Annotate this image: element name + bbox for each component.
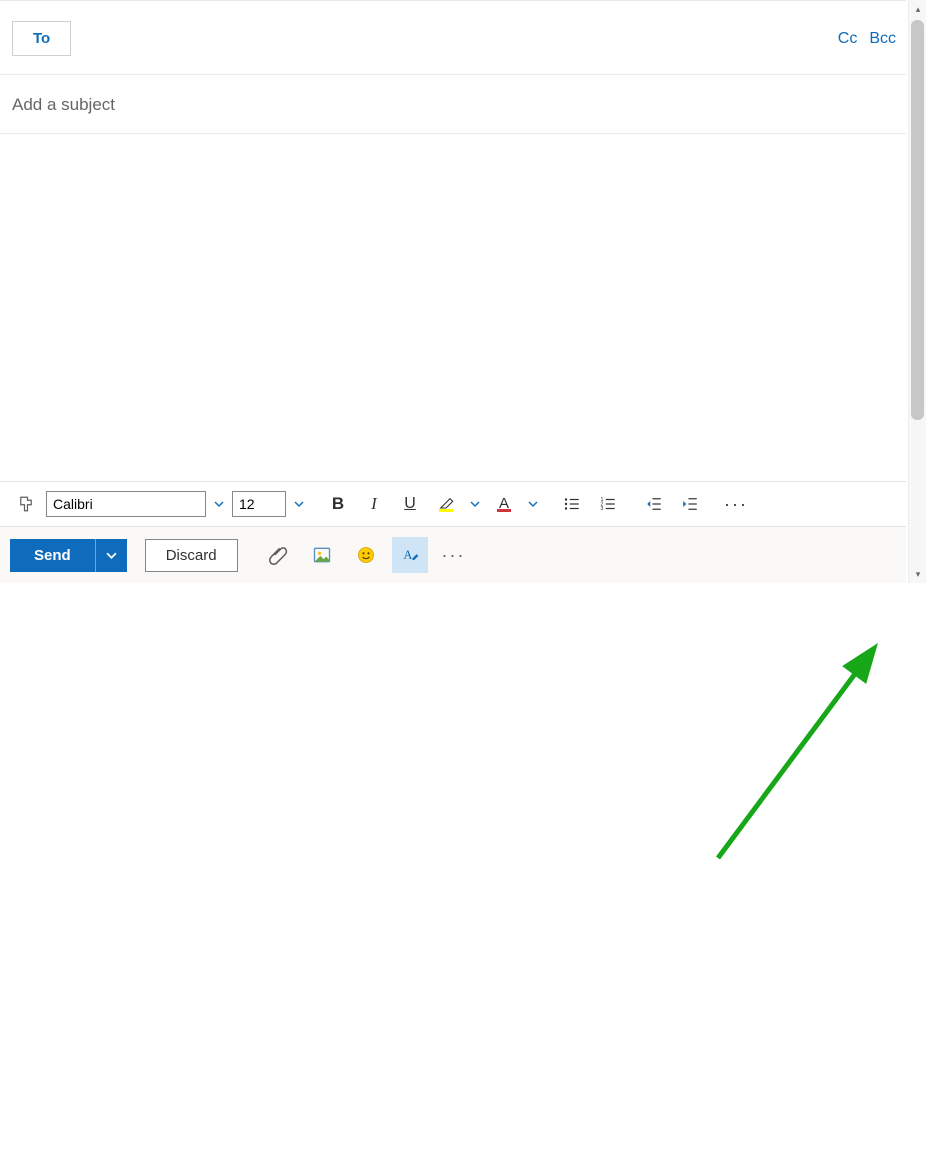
font-size-dropdown[interactable] (290, 491, 308, 517)
decrease-indent-button[interactable] (638, 488, 670, 520)
numbered-list-button[interactable]: 1 2 3 (592, 488, 624, 520)
font-name-input[interactable] (46, 491, 206, 517)
font-color-button[interactable]: A (488, 488, 520, 520)
annotation-arrow-icon (0, 583, 906, 1166)
italic-button[interactable]: I (358, 488, 390, 520)
highlight-dropdown[interactable] (466, 491, 484, 517)
outdent-icon (645, 495, 663, 513)
scroll-thumb[interactable] (911, 20, 924, 420)
increase-indent-button[interactable] (674, 488, 706, 520)
toggle-format-icon: A (400, 545, 420, 565)
action-toolbar: Send Discard (0, 526, 906, 583)
to-input[interactable] (71, 23, 826, 55)
chevron-down-icon (106, 550, 117, 561)
formatting-toolbar: B I U A 1 2 (0, 481, 906, 526)
send-options-dropdown[interactable] (95, 539, 127, 572)
subject-row (0, 75, 906, 134)
svg-text:A: A (403, 548, 412, 562)
bold-button[interactable]: B (322, 488, 354, 520)
insert-image-button[interactable] (304, 537, 340, 573)
discard-button[interactable]: Discard (145, 539, 238, 572)
emoji-icon (356, 545, 376, 565)
format-painter-icon (17, 495, 35, 513)
more-actions-button[interactable]: ··· (436, 537, 472, 573)
message-body[interactable] (0, 134, 906, 481)
svg-text:3: 3 (601, 506, 604, 512)
chevron-down-icon (470, 499, 480, 509)
chevron-down-icon (528, 499, 538, 509)
paperclip-icon (268, 545, 288, 565)
chevron-down-icon (214, 499, 224, 509)
numbered-list-icon: 1 2 3 (599, 495, 617, 513)
scroll-up-arrow[interactable]: ▴ (909, 0, 926, 18)
image-icon (312, 545, 332, 565)
font-color-dropdown[interactable] (524, 491, 542, 517)
highlight-button[interactable] (430, 488, 462, 520)
send-button[interactable]: Send (10, 539, 95, 572)
cc-button[interactable]: Cc (838, 30, 858, 48)
bcc-button[interactable]: Bcc (869, 30, 896, 48)
indent-icon (681, 495, 699, 513)
bulleted-list-button[interactable] (556, 488, 588, 520)
attach-button[interactable] (260, 537, 296, 573)
more-formatting-button[interactable]: ··· (720, 488, 752, 520)
to-button[interactable]: To (12, 21, 71, 56)
bulleted-list-icon (563, 495, 581, 513)
font-name-dropdown[interactable] (210, 491, 228, 517)
vertical-scrollbar[interactable]: ▴ ▾ (908, 0, 926, 583)
highlight-swatch (439, 509, 453, 512)
emoji-button[interactable] (348, 537, 384, 573)
chevron-down-icon (294, 499, 304, 509)
underline-button[interactable]: U (394, 488, 426, 520)
to-row: To Cc Bcc (0, 1, 906, 75)
scroll-down-arrow[interactable]: ▾ (909, 565, 926, 583)
toggle-formatting-button[interactable]: A (392, 537, 428, 573)
subject-input[interactable] (12, 95, 896, 115)
send-group: Send (10, 539, 127, 572)
format-painter-button[interactable] (10, 488, 42, 520)
font-color-swatch (497, 509, 511, 512)
font-size-input[interactable] (232, 491, 286, 517)
compose-container: To Cc Bcc B I U (0, 0, 906, 583)
